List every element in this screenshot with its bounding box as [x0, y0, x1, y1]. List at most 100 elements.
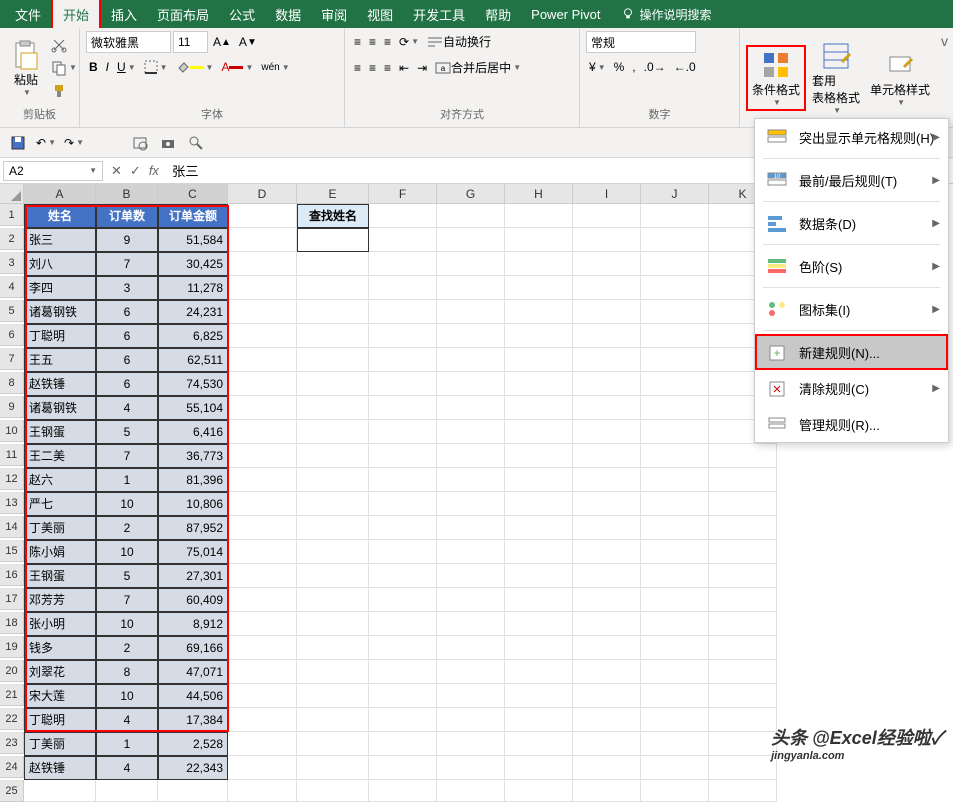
- row-header-14[interactable]: 14: [0, 516, 24, 538]
- cell-B24[interactable]: 4: [96, 756, 158, 780]
- cell-H9[interactable]: [505, 396, 573, 420]
- menu-insert[interactable]: 插入: [101, 0, 147, 29]
- cell-K15[interactable]: [709, 540, 777, 564]
- cell-H10[interactable]: [505, 420, 573, 444]
- cell-F22[interactable]: [369, 708, 437, 732]
- cell-B3[interactable]: 7: [96, 252, 158, 276]
- menu-formulas[interactable]: 公式: [219, 0, 265, 29]
- align-top-button[interactable]: ≡: [351, 33, 364, 51]
- cell-C5[interactable]: 24,231: [158, 300, 228, 324]
- cell-D4[interactable]: [228, 276, 297, 300]
- align-bottom-button[interactable]: ≡: [381, 33, 394, 51]
- col-header-B[interactable]: B: [96, 184, 158, 204]
- conditional-format-button[interactable]: 条件格式▼: [746, 45, 806, 111]
- cell-A1[interactable]: 姓名: [24, 204, 96, 228]
- row-header-22[interactable]: 22: [0, 708, 24, 730]
- cell-C4[interactable]: 11,278: [158, 276, 228, 300]
- menu-help[interactable]: 帮助: [475, 0, 521, 29]
- font-name-select[interactable]: [86, 31, 171, 53]
- cancel-formula-button[interactable]: ✕: [111, 163, 122, 179]
- cell-D24[interactable]: [228, 756, 297, 780]
- row-header-16[interactable]: 16: [0, 564, 24, 586]
- cell-B15[interactable]: 10: [96, 540, 158, 564]
- camera-button[interactable]: [158, 133, 178, 153]
- cell-A7[interactable]: 王五: [24, 348, 96, 372]
- cell-H15[interactable]: [505, 540, 573, 564]
- row-header-1[interactable]: 1: [0, 204, 24, 226]
- row-header-9[interactable]: 9: [0, 396, 24, 418]
- merge-button[interactable]: a合并后居中▼: [432, 57, 524, 78]
- cell-A23[interactable]: 丁美丽: [24, 732, 96, 756]
- cell-K17[interactable]: [709, 588, 777, 612]
- save-button[interactable]: [8, 133, 28, 153]
- undo-button[interactable]: ↶▼: [36, 133, 56, 153]
- comma-button[interactable]: ,: [629, 58, 638, 76]
- cell-F18[interactable]: [369, 612, 437, 636]
- cell-C22[interactable]: 17,384: [158, 708, 228, 732]
- cell-G9[interactable]: [437, 396, 505, 420]
- cell-F8[interactable]: [369, 372, 437, 396]
- cell-I25[interactable]: [573, 780, 641, 802]
- cell-I22[interactable]: [573, 708, 641, 732]
- cell-C24[interactable]: 22,343: [158, 756, 228, 780]
- row-header-17[interactable]: 17: [0, 588, 24, 610]
- cell-C9[interactable]: 55,104: [158, 396, 228, 420]
- cell-G18[interactable]: [437, 612, 505, 636]
- cell-I9[interactable]: [573, 396, 641, 420]
- cell-F13[interactable]: [369, 492, 437, 516]
- cell-E21[interactable]: [297, 684, 369, 708]
- align-right-button[interactable]: ≡: [381, 59, 394, 77]
- col-header-E[interactable]: E: [297, 184, 369, 204]
- cell-G16[interactable]: [437, 564, 505, 588]
- cell-C13[interactable]: 10,806: [158, 492, 228, 516]
- cell-E25[interactable]: [297, 780, 369, 802]
- cell-F17[interactable]: [369, 588, 437, 612]
- increase-indent-button[interactable]: ⇥: [414, 59, 430, 77]
- paste-button[interactable]: 粘贴▼: [6, 37, 46, 99]
- cell-G11[interactable]: [437, 444, 505, 468]
- cell-I3[interactable]: [573, 252, 641, 276]
- menu-item-clear[interactable]: 清除规则(C)▶: [755, 370, 948, 406]
- cell-E7[interactable]: [297, 348, 369, 372]
- menu-home[interactable]: 开始: [51, 0, 101, 31]
- col-header-C[interactable]: C: [158, 184, 228, 204]
- cell-D11[interactable]: [228, 444, 297, 468]
- cell-J21[interactable]: [641, 684, 709, 708]
- row-header-2[interactable]: 2: [0, 228, 24, 250]
- cell-J17[interactable]: [641, 588, 709, 612]
- cell-A16[interactable]: 王钢蛋: [24, 564, 96, 588]
- menu-powerpivot[interactable]: Power Pivot: [521, 2, 610, 27]
- cell-F20[interactable]: [369, 660, 437, 684]
- cell-A12[interactable]: 赵六: [24, 468, 96, 492]
- cell-D16[interactable]: [228, 564, 297, 588]
- cell-A2[interactable]: 张三: [24, 228, 96, 252]
- cell-E18[interactable]: [297, 612, 369, 636]
- cell-E3[interactable]: [297, 252, 369, 276]
- menu-item-databar[interactable]: 数据条(D)▶: [755, 205, 948, 241]
- col-header-J[interactable]: J: [641, 184, 709, 204]
- cell-C8[interactable]: 74,530: [158, 372, 228, 396]
- cell-F9[interactable]: [369, 396, 437, 420]
- cell-G4[interactable]: [437, 276, 505, 300]
- cell-I12[interactable]: [573, 468, 641, 492]
- cell-A6[interactable]: 丁聪明: [24, 324, 96, 348]
- number-format-select[interactable]: [586, 31, 696, 53]
- cell-I24[interactable]: [573, 756, 641, 780]
- format-painter-button[interactable]: [48, 81, 80, 101]
- menu-view[interactable]: 视图: [357, 0, 403, 29]
- cell-G8[interactable]: [437, 372, 505, 396]
- cell-J8[interactable]: [641, 372, 709, 396]
- currency-button[interactable]: ¥▼: [586, 58, 609, 76]
- row-header-6[interactable]: 6: [0, 324, 24, 346]
- percent-button[interactable]: %: [611, 58, 628, 76]
- cell-I7[interactable]: [573, 348, 641, 372]
- cell-B5[interactable]: 6: [96, 300, 158, 324]
- phonetic-button[interactable]: wén▼: [258, 60, 292, 75]
- cell-A17[interactable]: 邓芳芳: [24, 588, 96, 612]
- cell-J1[interactable]: [641, 204, 709, 228]
- menu-data[interactable]: 数据: [265, 0, 311, 29]
- row-header-23[interactable]: 23: [0, 732, 24, 754]
- menu-item-highlight[interactable]: 突出显示单元格规则(H)▶: [755, 119, 948, 155]
- cell-D3[interactable]: [228, 252, 297, 276]
- decrease-decimal-button[interactable]: ←.0: [671, 58, 699, 76]
